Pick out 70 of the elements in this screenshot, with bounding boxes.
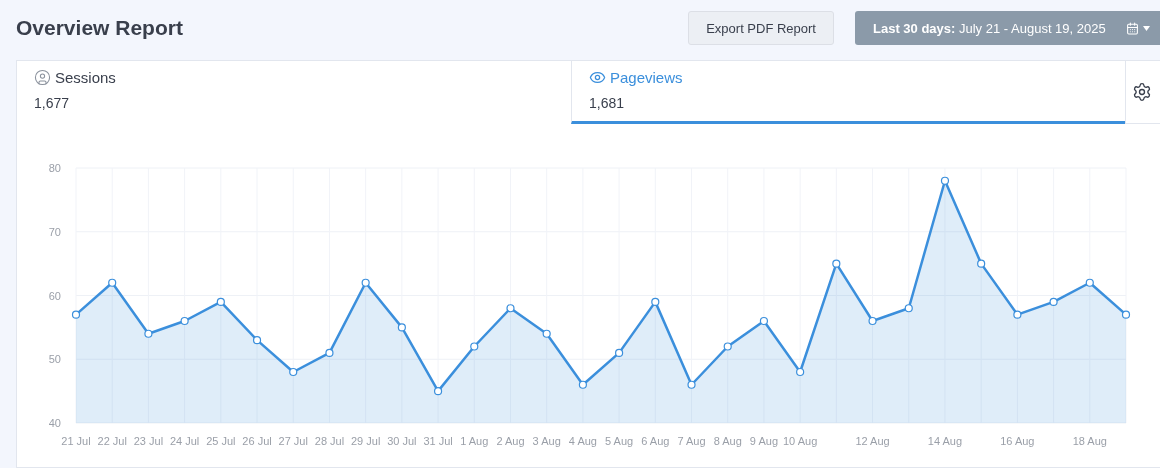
point (759, 316, 769, 326)
axis-label: 40 (48, 417, 61, 429)
axis-label: 2 Aug (496, 435, 525, 447)
caret-icon (1143, 25, 1150, 31)
axis-label: 6 Aug (641, 435, 670, 447)
axis-label: 27 Jul (278, 435, 308, 447)
point (868, 316, 877, 326)
axis-label: 12 Aug (855, 435, 890, 447)
point (289, 367, 298, 377)
axis-label: 14 Aug (927, 435, 963, 447)
calendar-icon (1126, 21, 1139, 35)
axis-label: 5 Aug (605, 435, 634, 447)
point (144, 329, 153, 338)
point (615, 348, 624, 357)
point (470, 342, 479, 351)
axis-label: 22 Jul (97, 435, 127, 447)
axis-label: 23 Jul (133, 435, 164, 447)
axis-label: 70 (48, 225, 61, 238)
point (397, 323, 406, 332)
axis-label: 26 Jul (242, 435, 272, 447)
point (796, 367, 805, 377)
point (832, 259, 841, 268)
point (651, 297, 660, 306)
point (325, 348, 334, 357)
point (1013, 310, 1022, 319)
axis-label: 16 Aug (1000, 435, 1035, 447)
settings-icon[interactable] (1132, 82, 1152, 102)
metric-value: 1,677 (34, 95, 71, 111)
axis-label: 3 Aug (532, 435, 561, 447)
export-button[interactable]: Export PDF Report (688, 11, 834, 45)
point (361, 278, 370, 287)
axis-label: 31 Jul (423, 435, 453, 447)
axis-label: 50 (48, 353, 61, 366)
axis-label: 7 Aug (677, 435, 706, 447)
axis-label: 4 Aug (568, 435, 597, 447)
point (180, 316, 189, 326)
user-icon (34, 69, 51, 86)
axis-label: 21 Jul (61, 435, 91, 447)
point (1085, 278, 1094, 287)
metric-tab[interactable]: Pageviews 1,681 (571, 61, 1125, 124)
point (1121, 310, 1131, 319)
point (687, 380, 696, 389)
axis-label: 25 Jul (206, 435, 236, 447)
axis-label: 9 Aug (749, 435, 778, 447)
axis-label: 80 (48, 162, 61, 174)
point (578, 380, 587, 389)
axis-label: 28 Jul (314, 435, 345, 447)
axis-label: 60 (48, 289, 61, 302)
metric-value: 1,681 (589, 95, 626, 111)
point (433, 387, 443, 396)
point (904, 304, 913, 313)
point (71, 310, 81, 319)
axis-label: 8 Aug (713, 435, 742, 447)
point (252, 336, 262, 345)
point (216, 297, 225, 306)
axis-label: 1 Aug (460, 435, 489, 447)
axis-label: 30 Jul (387, 435, 417, 447)
point (1049, 297, 1058, 306)
axis-label: 18 Aug (1072, 435, 1107, 447)
point (977, 259, 986, 268)
axis-label: 29 Jul (351, 435, 381, 447)
axis-label: 10 Aug (783, 435, 818, 447)
page-title: Overview Report (16, 16, 184, 40)
point (542, 329, 551, 338)
point (940, 176, 950, 185)
point (723, 342, 732, 351)
point (108, 278, 117, 287)
point (506, 304, 515, 313)
axis-label: 24 Jul (169, 435, 200, 447)
eye-icon (589, 69, 606, 86)
